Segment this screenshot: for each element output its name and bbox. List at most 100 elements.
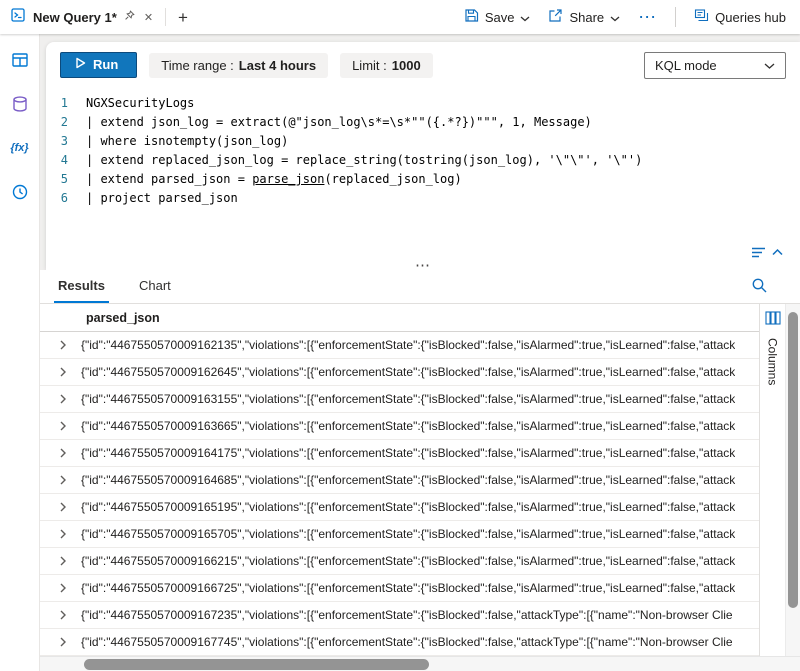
row-json-cell: {"id":"4467550570009164685","violations"… xyxy=(81,473,735,487)
fx-glyph: {fx} xyxy=(10,142,28,154)
limit-picker[interactable]: Limit : 1000 xyxy=(340,53,433,78)
tables-icon[interactable] xyxy=(8,48,32,72)
row-json-cell: {"id":"4467550570009165705","violations"… xyxy=(81,527,735,541)
main-panel: Run Time range : Last 4 hours Limit : 10… xyxy=(40,34,800,671)
functions-icon[interactable]: {fx} xyxy=(8,136,32,160)
vertical-scrollbar-thumb[interactable] xyxy=(788,312,798,608)
table-row[interactable]: {"id":"4467550570009166215","violations"… xyxy=(40,548,759,575)
column-header-parsed-json[interactable]: parsed_json xyxy=(40,304,759,332)
results-panel: Results Chart parsed_json {"id":"4467550… xyxy=(40,270,800,671)
expand-row-icon[interactable] xyxy=(52,394,74,404)
share-chevron-down-icon xyxy=(610,10,620,25)
editor-line[interactable]: 4| extend replaced_json_log = replace_st… xyxy=(46,151,800,170)
table-row[interactable]: {"id":"4467550570009163155","violations"… xyxy=(40,386,759,413)
expand-row-icon[interactable] xyxy=(52,367,74,377)
left-rail: {fx} xyxy=(0,34,40,671)
tab-new-query[interactable]: New Query 1* ✕ xyxy=(0,0,165,34)
database-icon[interactable] xyxy=(8,92,32,116)
tab-title: New Query 1* xyxy=(33,10,117,25)
expand-row-icon[interactable] xyxy=(52,583,74,593)
table-row[interactable]: {"id":"4467550570009162645","violations"… xyxy=(40,359,759,386)
search-icon xyxy=(751,282,768,297)
expand-row-icon[interactable] xyxy=(52,637,74,647)
save-button[interactable]: Save xyxy=(464,8,531,26)
tab-strip: New Query 1* ✕ + xyxy=(0,0,200,34)
editor-line[interactable]: 5| extend parsed_json = parse_json(repla… xyxy=(46,170,800,189)
time-range-picker[interactable]: Time range : Last 4 hours xyxy=(149,53,328,78)
editor-line[interactable]: 6| project parsed_json xyxy=(46,189,800,208)
kql-mode-value: KQL mode xyxy=(655,58,717,73)
expand-row-icon[interactable] xyxy=(52,475,74,485)
vertical-scrollbar[interactable] xyxy=(785,304,800,656)
more-options-button[interactable]: ⋯ xyxy=(638,12,657,23)
row-json-cell: {"id":"4467550570009166215","violations"… xyxy=(81,554,735,568)
run-button[interactable]: Run xyxy=(60,52,137,78)
table-row[interactable]: {"id":"4467550570009165705","violations"… xyxy=(40,521,759,548)
run-label: Run xyxy=(93,57,118,72)
expand-row-icon[interactable] xyxy=(52,448,74,458)
time-range-value: Last 4 hours xyxy=(239,58,316,73)
row-json-cell: {"id":"4467550570009163665","violations"… xyxy=(81,419,735,433)
share-label: Share xyxy=(569,10,604,25)
line-number: 1 xyxy=(46,94,86,113)
editor-footer: ⋯ xyxy=(46,242,800,270)
tab-chart[interactable]: Chart xyxy=(135,270,175,303)
code-text: | project parsed_json xyxy=(86,189,238,208)
line-number: 2 xyxy=(46,113,86,132)
expand-row-icon[interactable] xyxy=(52,610,74,620)
topbar-divider xyxy=(675,7,676,27)
table-row[interactable]: {"id":"4467550570009164685","violations"… xyxy=(40,467,759,494)
top-bar: New Query 1* ✕ + Save xyxy=(0,0,800,34)
results-tab-bar: Results Chart xyxy=(40,270,800,304)
history-icon[interactable] xyxy=(8,180,32,204)
editor-lines: 1NGXSecurityLogs2| extend json_log = ext… xyxy=(46,94,800,208)
expand-row-icon[interactable] xyxy=(52,529,74,539)
query-editor-card: Run Time range : Last 4 hours Limit : 10… xyxy=(46,42,800,270)
workspace: {fx} Run Time range : Las xyxy=(0,34,800,671)
editor-line[interactable]: 3| where isnotempty(json_log) xyxy=(46,132,800,151)
code-text: | extend parsed_json = parse_json(replac… xyxy=(86,170,462,189)
share-button[interactable]: Share xyxy=(548,8,620,26)
share-icon xyxy=(548,8,563,26)
search-results-button[interactable] xyxy=(751,277,768,297)
row-json-cell: {"id":"4467550570009163155","violations"… xyxy=(81,392,735,406)
code-text: NGXSecurityLogs xyxy=(86,94,194,113)
code-text: | where isnotempty(json_log) xyxy=(86,132,288,151)
editor-line[interactable]: 2| extend json_log = extract(@"json_log\… xyxy=(46,113,800,132)
expand-row-icon[interactable] xyxy=(52,421,74,431)
table-row[interactable]: {"id":"4467550570009165195","violations"… xyxy=(40,494,759,521)
ellipsis-icon: ⋯ xyxy=(638,12,657,23)
table-row[interactable]: {"id":"4467550570009167235","violations"… xyxy=(40,602,759,629)
columns-side-panel-toggle[interactable]: Columns xyxy=(759,304,785,656)
row-json-cell: {"id":"4467550570009167745","violations"… xyxy=(81,635,733,649)
pin-icon[interactable] xyxy=(124,8,135,26)
queries-hub-button[interactable]: Queries hub xyxy=(694,8,786,26)
limit-label: Limit : xyxy=(352,58,387,73)
table-row[interactable]: {"id":"4467550570009162135","violations"… xyxy=(40,332,759,359)
table-row[interactable]: {"id":"4467550570009167745","violations"… xyxy=(40,629,759,656)
row-json-cell: {"id":"4467550570009164175","violations"… xyxy=(81,446,735,460)
row-json-cell: {"id":"4467550570009162645","violations"… xyxy=(81,365,735,379)
topbar-actions: Save Share ⋯ xyxy=(464,7,800,27)
collapse-results-icon[interactable] xyxy=(750,245,784,264)
app-window: New Query 1* ✕ + Save xyxy=(0,0,800,671)
kql-mode-dropdown[interactable]: KQL mode xyxy=(644,52,786,79)
code-editor[interactable]: 1NGXSecurityLogs2| extend json_log = ext… xyxy=(46,88,800,242)
table-row[interactable]: {"id":"4467550570009166725","violations"… xyxy=(40,575,759,602)
horizontal-scrollbar-thumb[interactable] xyxy=(84,659,429,670)
table-row[interactable]: {"id":"4467550570009164175","violations"… xyxy=(40,440,759,467)
editor-line[interactable]: 1NGXSecurityLogs xyxy=(46,94,800,113)
save-chevron-down-icon xyxy=(520,10,530,25)
results-grid: parsed_json {"id":"4467550570009162135",… xyxy=(40,304,800,656)
close-tab-icon[interactable]: ✕ xyxy=(144,11,153,24)
table-row[interactable]: {"id":"4467550570009163665","violations"… xyxy=(40,413,759,440)
line-number: 4 xyxy=(46,151,86,170)
add-tab-button[interactable]: + xyxy=(166,9,200,26)
expand-row-icon[interactable] xyxy=(52,340,74,350)
expand-row-icon[interactable] xyxy=(52,556,74,566)
tab-results[interactable]: Results xyxy=(54,270,109,303)
line-number: 6 xyxy=(46,189,86,208)
horizontal-scrollbar[interactable] xyxy=(40,656,800,671)
expand-row-icon[interactable] xyxy=(52,502,74,512)
kql-mode-chevron-down-icon xyxy=(764,58,775,73)
